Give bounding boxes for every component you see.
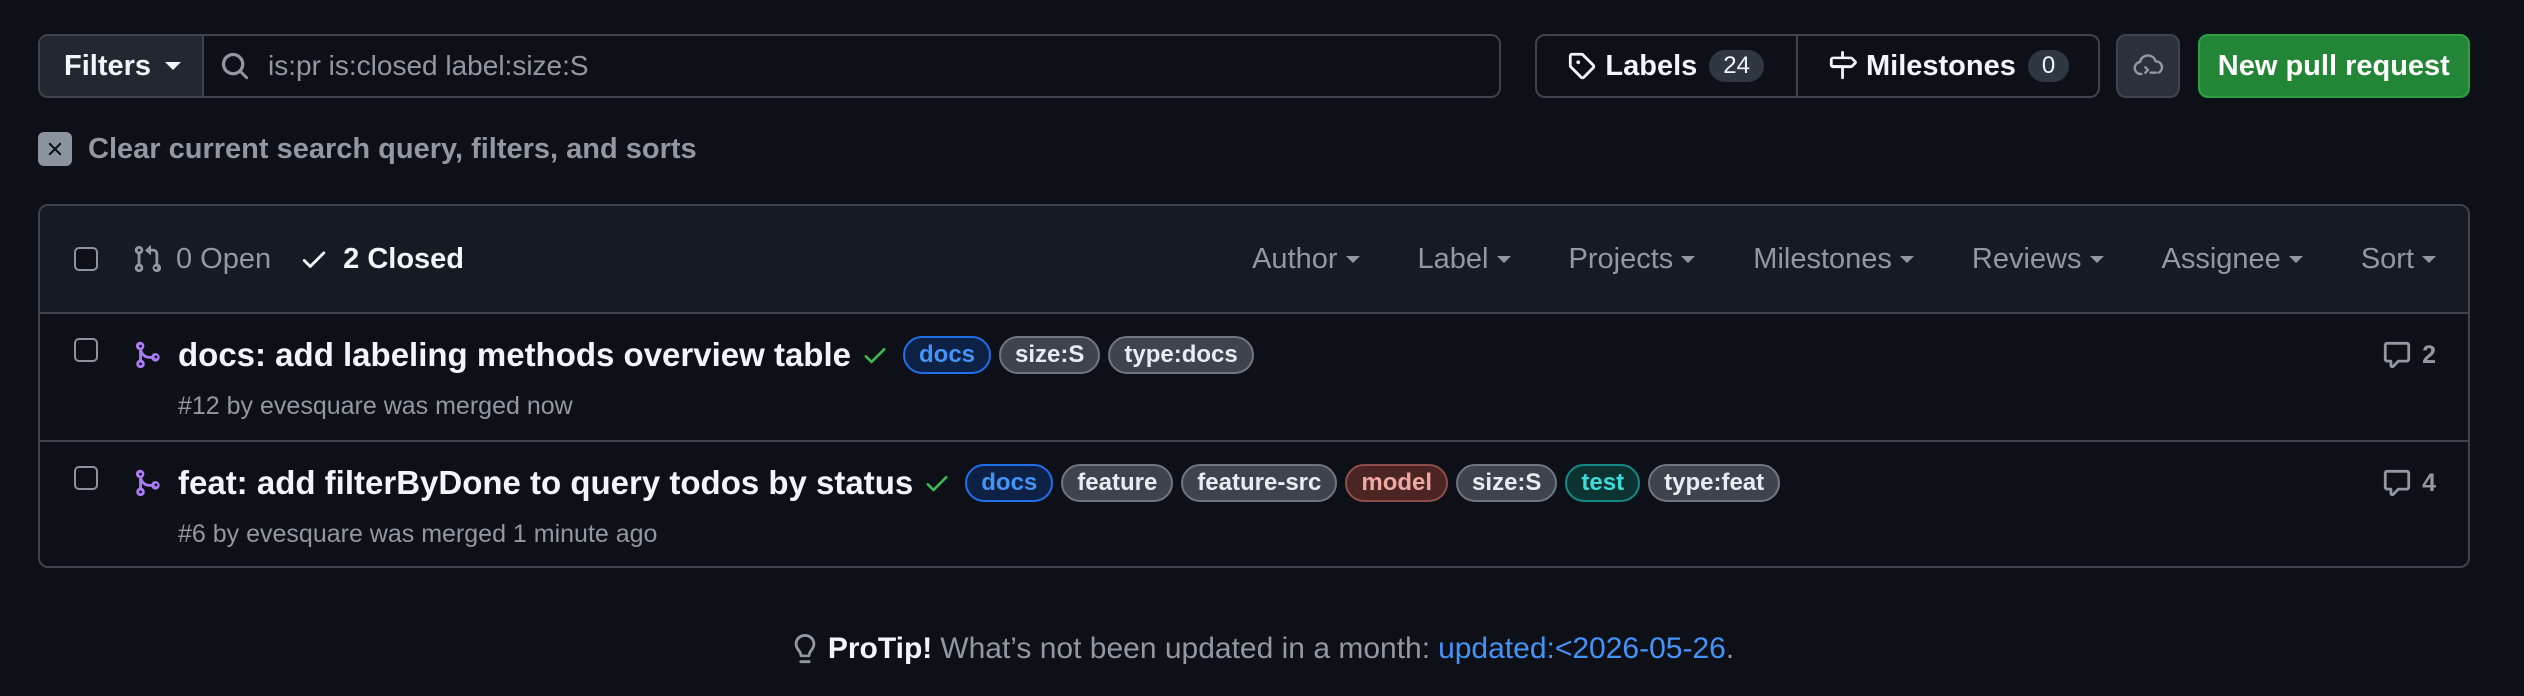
cloud-icon [2133,54,2163,76]
clear-filters-link[interactable]: Clear current search query, filters, and… [38,132,697,166]
pr-title-line: docs: add labeling methods overview tabl… [178,336,1254,374]
table-row: docs: add labeling methods overview tabl… [40,314,2468,440]
toolbar: Filters Labels 24 Milestones 0 New pull … [38,34,2471,98]
pull-request-list: 0 Open 2 Closed Author Label Projects Mi… [38,204,2470,568]
check-icon [302,251,326,268]
filters-button[interactable]: Filters [40,36,204,96]
new-pull-request-button[interactable]: New pull request [2197,34,2471,98]
row-checkbox[interactable] [74,466,98,490]
label-docs[interactable]: docs [903,336,992,374]
tab-open[interactable]: 0 Open [132,243,271,276]
assignee-filter-label: Assignee [2161,242,2281,275]
chevron-down-icon [165,62,182,70]
label-size-s[interactable]: size:S [999,336,1101,374]
comments-link[interactable]: 2 [2382,340,2436,370]
label-model[interactable]: model [1345,464,1449,502]
labels-count-badge: 24 [1709,50,1764,82]
list-filters: Author Label Projects Milestones Reviews… [1194,243,2436,276]
labels-milestones-group: Labels 24 Milestones 0 [1535,34,2100,98]
search-icon [221,52,249,80]
row-checkbox[interactable] [74,338,98,362]
pull-request-icon [134,245,162,273]
chevron-down-icon [1681,255,1696,263]
label-docs[interactable]: docs [965,464,1054,502]
list-header: 0 Open 2 Closed Author Label Projects Mi… [40,206,2468,314]
protip-label: ProTip! [827,632,933,665]
tab-closed-label: 2 Closed [343,242,465,275]
pr-title-link[interactable]: docs: add labeling methods overview tabl… [178,336,851,374]
light-bulb-icon [794,634,816,664]
chevron-down-icon [2089,255,2104,263]
label-filter[interactable]: Label [1418,243,1511,276]
table-row: feat: add filterByDone to query todos by… [40,440,2468,566]
label-feature-src[interactable]: feature-src [1181,464,1338,502]
author-filter[interactable]: Author [1252,242,1360,276]
protip-link[interactable]: updated:<2026-05-26 [1438,632,1726,666]
projects-filter[interactable]: Projects [1569,243,1696,276]
sort-dropdown-label: Sort [2360,242,2414,275]
tab-open-label: 0 Open [176,242,272,275]
chevron-down-icon [1496,255,1511,263]
milestones-button-label: Milestones [1866,49,2016,82]
projects-filter-label: Projects [1568,242,1674,275]
reviews-filter-label: Reviews [1971,242,2082,275]
milestones-filter[interactable]: Milestones [1753,243,1914,276]
git-merge-icon [135,341,160,369]
comment-count: 2 [2422,340,2436,369]
chevron-down-icon [2422,255,2436,263]
chevron-down-icon [2288,255,2303,263]
reviews-filter[interactable]: Reviews [1972,243,2104,276]
search-box [204,36,1500,96]
milestone-icon [1829,51,1857,80]
select-all-checkbox[interactable] [74,247,98,271]
label-type-docs[interactable]: type:docs [1108,336,1254,374]
pr-meta: #12 by evesquare was merged now [178,392,573,420]
sort-dropdown[interactable]: Sort [2361,243,2436,276]
pr-title-line: feat: add filterByDone to query todos by… [178,464,1781,502]
chevron-down-icon [1899,255,1914,263]
state-tabs: 0 Open 2 Closed [132,243,464,276]
comments-link[interactable]: 4 [2382,468,2436,498]
labels-button-label: Labels [1605,49,1698,82]
milestones-filter-label: Milestones [1753,242,1892,275]
labels-button[interactable]: Labels 24 [1537,36,1796,96]
author-filter-label: Author [1252,242,1338,275]
label-size-s[interactable]: size:S [1456,464,1558,502]
comment-icon [2383,469,2411,497]
clear-filters-label: Clear current search query, filters, and… [88,132,697,165]
filter-search-group: Filters [38,34,1502,98]
pr-title-link[interactable]: feat: add filterByDone to query todos by… [178,464,913,502]
protip-suffix: . [1725,632,1735,665]
tag-icon [1569,52,1596,80]
assignee-filter[interactable]: Assignee [2162,243,2303,276]
milestones-count-badge: 0 [2027,50,2070,82]
pr-meta: #6 by evesquare was merged 1 minute ago [178,520,658,548]
tab-closed[interactable]: 2 Closed [299,243,464,276]
protip: ProTip! What’s not been updated in a mon… [0,632,2524,666]
chevron-down-icon [1345,255,1360,263]
label-feature[interactable]: feature [1061,464,1174,502]
filters-button-label: Filters [64,49,152,82]
comment-count: 4 [2422,468,2436,497]
milestones-button[interactable]: Milestones 0 [1796,36,2098,96]
search-input[interactable] [268,50,1368,82]
protip-text: What’s not been updated in a month: [940,632,1431,665]
codespaces-button[interactable] [2115,34,2180,98]
comment-icon [2383,341,2411,369]
check-icon[interactable] [861,341,889,369]
label-filter-label: Label [1417,242,1489,275]
close-icon [38,132,72,166]
label-type-feat[interactable]: type:feat [1648,464,1781,502]
check-icon[interactable] [923,469,951,497]
git-merge-icon [135,469,160,497]
label-test[interactable]: test [1565,464,1641,502]
new-pull-request-label: New pull request [2217,49,2450,82]
